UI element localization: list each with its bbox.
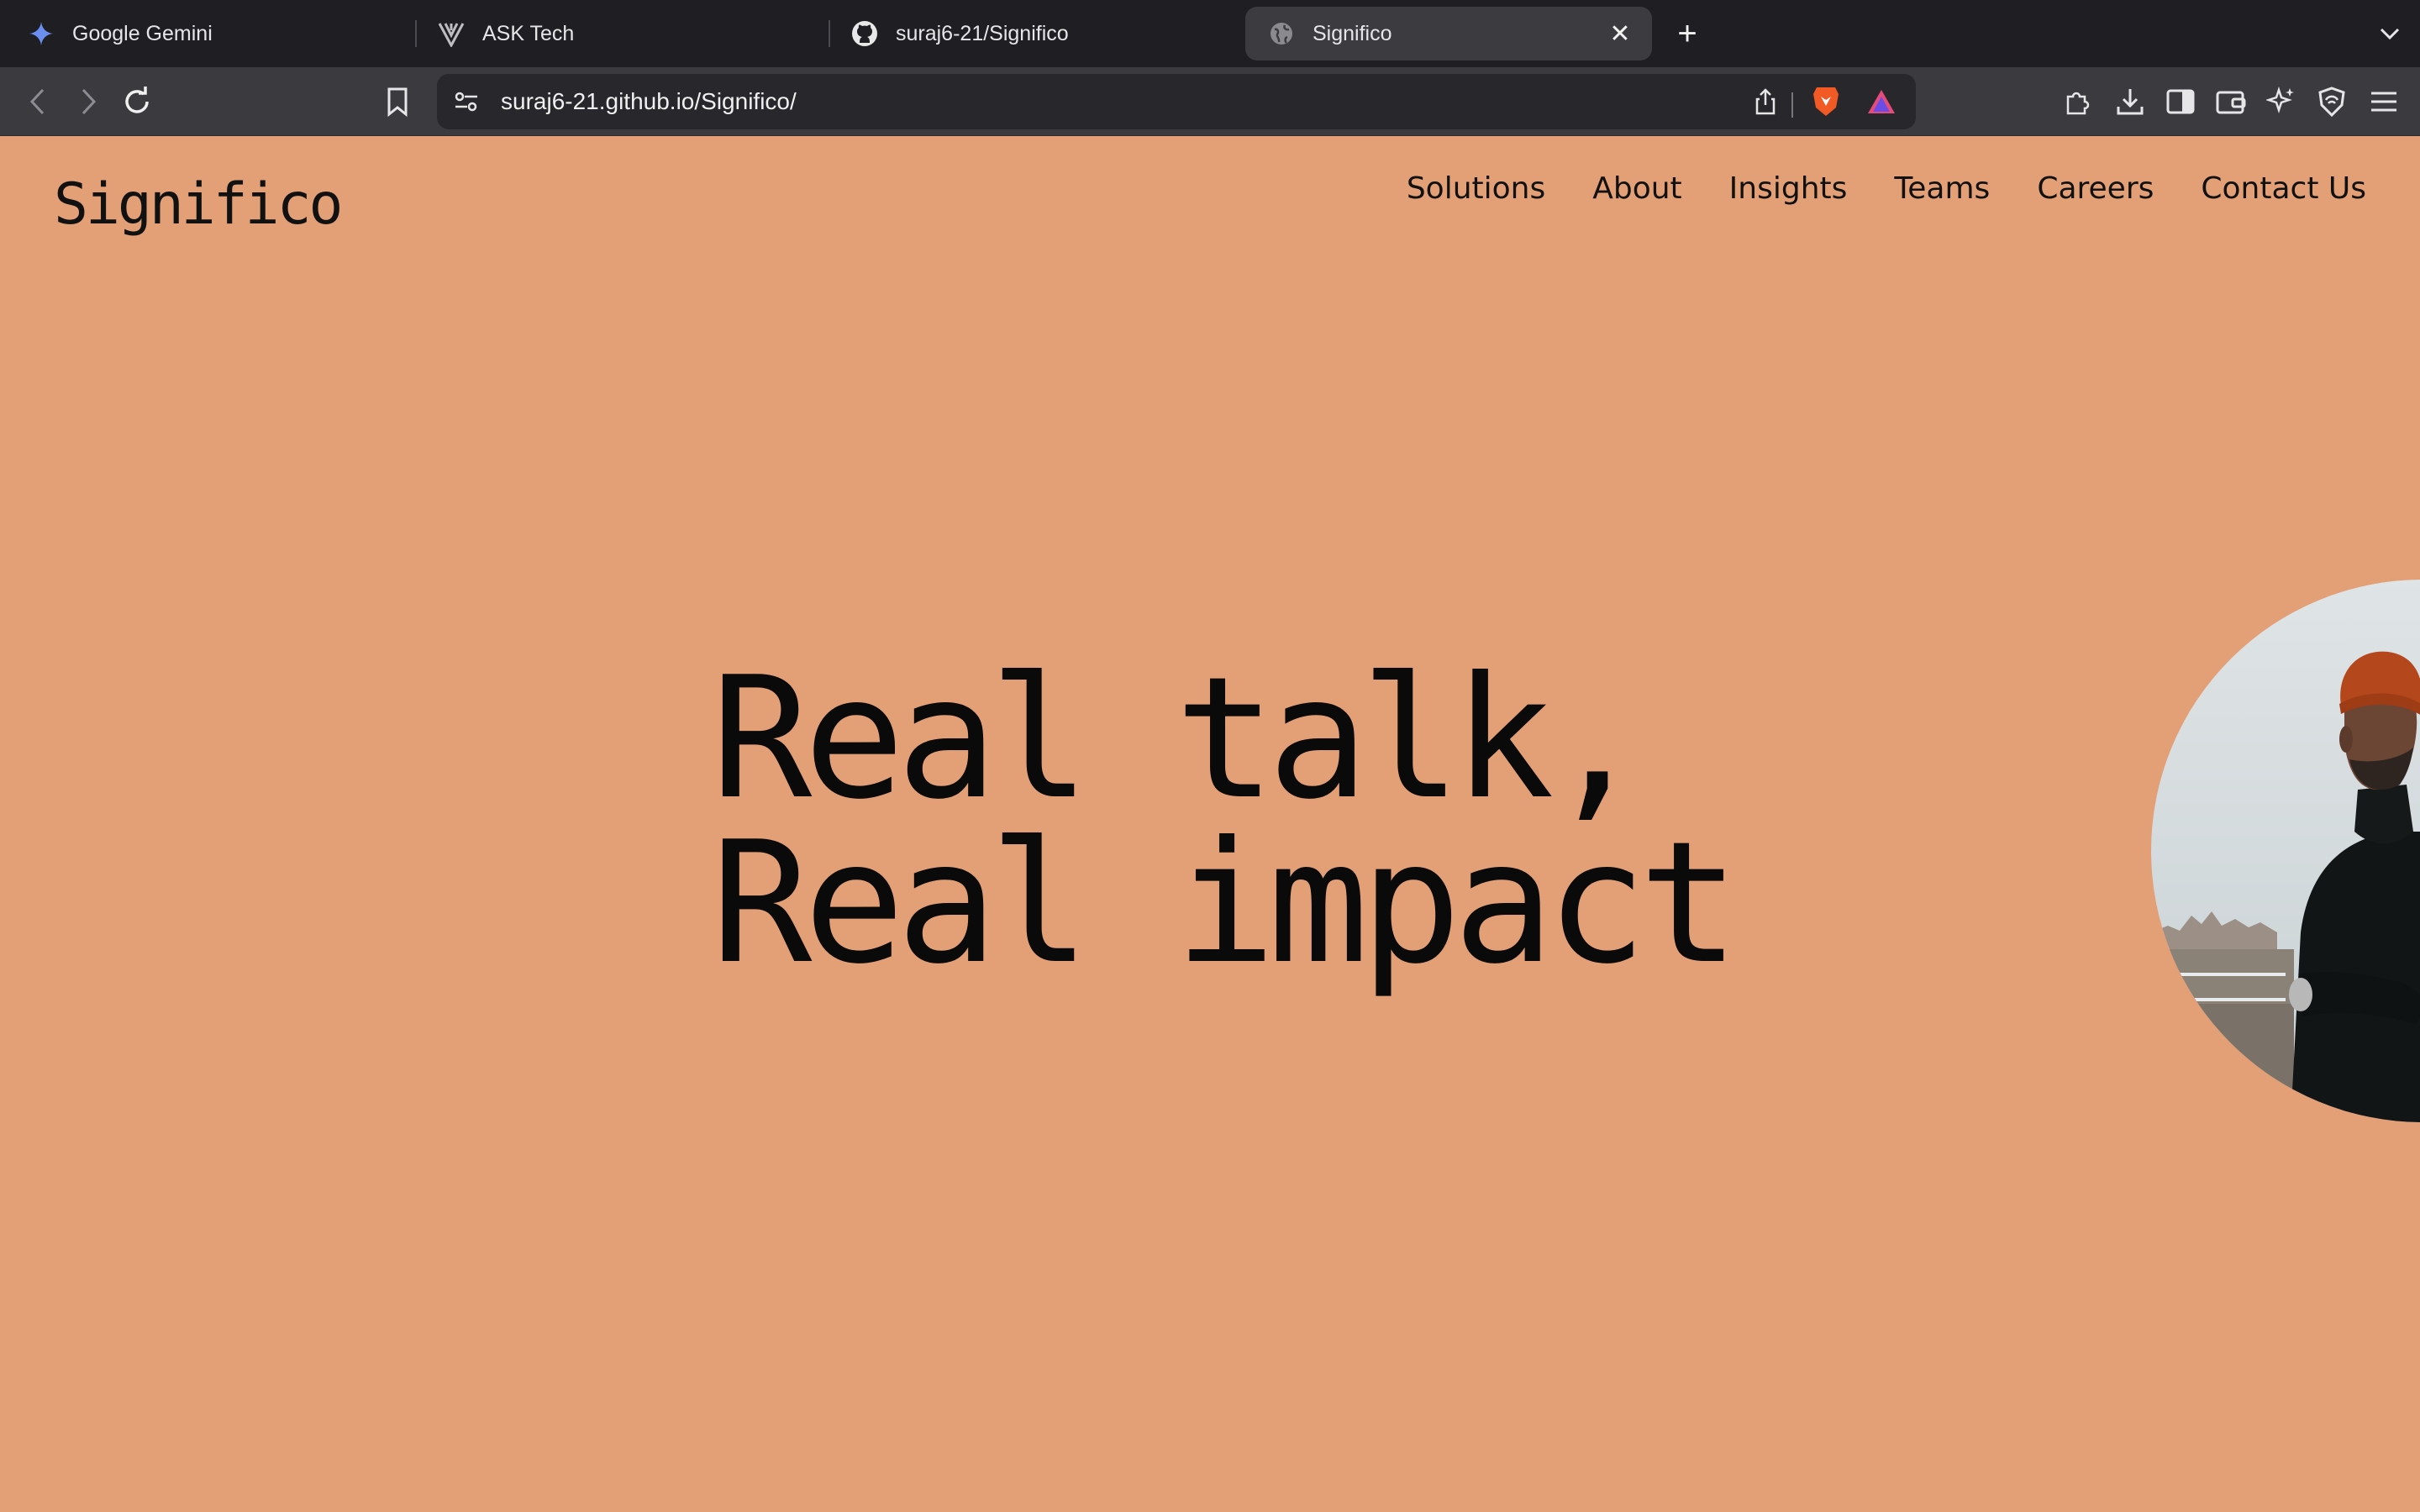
- nav-link-contact-us[interactable]: Contact Us: [2201, 171, 2366, 206]
- github-icon: [850, 19, 879, 48]
- vpn-shield-icon[interactable]: [2311, 81, 2353, 123]
- leo-ai-icon[interactable]: [2260, 81, 2302, 123]
- page-content: Significo Solutions About Insights Teams…: [0, 136, 2420, 1512]
- wallet-icon[interactable]: [2210, 81, 2252, 123]
- reload-button[interactable]: [116, 81, 158, 123]
- tab-title: suraj6-21/Significo: [896, 21, 1069, 45]
- back-button[interactable]: [17, 81, 59, 123]
- brave-rewards-icon[interactable]: [1860, 81, 1902, 123]
- tab-title: Google Gemini: [72, 21, 213, 45]
- hero-portrait-image: [2151, 580, 2420, 1122]
- sidebar-icon[interactable]: [2160, 81, 2202, 123]
- close-tab-icon[interactable]: ✕: [1605, 18, 1635, 49]
- site-logo[interactable]: Significo: [54, 171, 343, 238]
- nav-link-teams[interactable]: Teams: [1894, 171, 1990, 206]
- hero-line-2: Real impact: [711, 806, 1740, 1001]
- browser-tab-bar: Google Gemini ASK Tech suraj6-21/Signifi…: [0, 0, 2420, 67]
- menu-icon[interactable]: [2363, 81, 2405, 123]
- brave-shields-icon[interactable]: [1805, 81, 1847, 123]
- tab-significo[interactable]: Significo ✕: [1245, 7, 1652, 60]
- nav-link-insights[interactable]: Insights: [1729, 171, 1848, 206]
- site-settings-icon[interactable]: [445, 81, 487, 123]
- bookmark-icon[interactable]: [376, 81, 418, 123]
- tab-ask-tech[interactable]: ASK Tech: [437, 7, 574, 60]
- address-bar[interactable]: suraj6-21.github.io/Significo/: [437, 74, 1916, 129]
- tab-google-gemini[interactable]: Google Gemini: [27, 7, 213, 60]
- forward-button[interactable]: [67, 81, 109, 123]
- downloads-icon[interactable]: [2109, 81, 2151, 123]
- nav-link-about[interactable]: About: [1592, 171, 1681, 206]
- extensions-icon[interactable]: [2057, 81, 2099, 123]
- share-icon[interactable]: [1744, 81, 1786, 123]
- tab-title: ASK Tech: [482, 21, 575, 45]
- tab-separator: [829, 20, 830, 47]
- chevron-down-icon[interactable]: [2371, 15, 2408, 52]
- tab-separator: [415, 20, 417, 47]
- hero-headline: Real talk, Real impact: [711, 641, 1740, 1001]
- main-nav: Solutions About Insights Teams Careers C…: [1407, 171, 2366, 206]
- divider: [1791, 92, 1793, 118]
- ask-tech-icon: [437, 19, 466, 48]
- globe-icon: [1267, 19, 1296, 48]
- tab-github-significo[interactable]: suraj6-21/Significo: [850, 7, 1069, 60]
- gemini-star-icon: [27, 19, 55, 48]
- url-text[interactable]: suraj6-21.github.io/Significo/: [501, 74, 797, 129]
- nav-link-careers[interactable]: Careers: [2037, 171, 2154, 206]
- hero-line-1: Real talk,: [711, 641, 1647, 837]
- tab-title: Significo: [1313, 21, 1392, 45]
- new-tab-button[interactable]: +: [1667, 13, 1707, 54]
- browser-toolbar: suraj6-21.github.io/Significo/: [0, 67, 2420, 136]
- nav-link-solutions[interactable]: Solutions: [1407, 171, 1545, 206]
